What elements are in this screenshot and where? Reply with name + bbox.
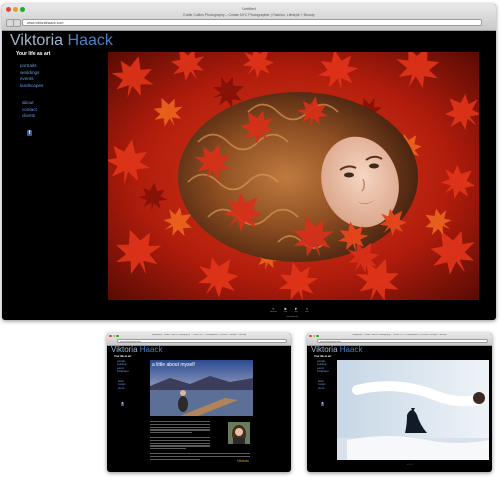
window-title: Biography – Eddie Collins Photography – … — [151, 334, 247, 336]
site-logo[interactable]: Viktoria Haack — [311, 345, 362, 354]
secondary-nav: about contact clients — [118, 381, 125, 391]
previous-button[interactable]: « previous — [270, 306, 277, 313]
window-subtitle: Eddie Collins Photography – Create NYC P… — [183, 13, 315, 17]
main-nav: portraits weddings events landscapes — [20, 63, 43, 89]
secondary-nav: about contact clients — [22, 100, 37, 120]
lake-portrait-image — [150, 360, 253, 416]
about-banner-photo — [150, 360, 253, 416]
logo-last-name: Haack — [339, 345, 363, 354]
next-button[interactable]: » next — [305, 306, 308, 313]
bio-paragraph-3 — [150, 453, 250, 461]
play-button[interactable]: ► play — [294, 306, 298, 313]
facebook-icon[interactable]: f — [27, 130, 32, 136]
gallery-pagination[interactable]: ▪ ▪ ▪ ▪ — [407, 463, 413, 466]
bio-paragraph-1 — [150, 421, 210, 435]
previous-label: previous — [270, 311, 277, 313]
address-bar-url: www.viktoriahaack.com — [27, 21, 64, 25]
logo-last-name: Haack — [139, 345, 163, 354]
gallery-photo — [337, 360, 489, 460]
address-bar[interactable]: www.viktoriahaack.com — [317, 339, 488, 343]
nav-item-clients[interactable]: clients — [318, 388, 325, 391]
site-tagline: Your life as art — [314, 355, 332, 358]
next-label: next — [305, 311, 309, 313]
hero-photo — [108, 52, 479, 300]
facebook-icon[interactable]: f — [121, 401, 124, 406]
address-bar[interactable]: www.viktoriahaack.com — [22, 19, 482, 26]
about-heading: a little about myself — [152, 362, 195, 368]
logo-first-name: Viktoria — [311, 345, 338, 354]
main-nav: portraits weddings events landscapes — [117, 361, 129, 374]
portrait-thumbnail — [228, 422, 250, 444]
site-logo[interactable]: Viktoria Haack — [10, 32, 113, 50]
site-tagline: Your life as art — [114, 355, 132, 358]
pagination-icon: ▪ ▪ ▪ ▪ — [407, 463, 413, 466]
signature-logo: Viktoria — [237, 459, 249, 463]
thumbnails-label: thumbnails — [287, 316, 298, 318]
nav-item-landscapes[interactable]: landscapes — [117, 371, 129, 374]
nav-item-clients[interactable]: clients — [118, 388, 125, 391]
logo-first-name: Viktoria — [10, 32, 64, 49]
address-bar-url: www.viktoriahaack.com — [120, 341, 141, 343]
thumbnails-link[interactable]: ▪ thumbnails — [286, 316, 298, 318]
site-logo[interactable]: Viktoria Haack — [111, 345, 162, 354]
main-nav: portraits weddings events landscapes — [317, 361, 329, 374]
logo-last-name: Haack — [67, 32, 113, 49]
nav-item-clients[interactable]: clients — [22, 113, 37, 120]
nav-item-landscapes[interactable]: landscapes — [20, 83, 43, 90]
about-browser-window: Biography – Eddie Collins Photography – … — [107, 333, 291, 472]
portrait-photo-image — [228, 422, 250, 444]
site-tagline: Your life as art — [16, 51, 51, 57]
slideshow-controls: « previous ■ stop ► play » next — [270, 306, 309, 313]
forward-button[interactable] — [13, 19, 21, 27]
main-browser-window: Untitled Eddie Collins Photography – Cre… — [2, 4, 496, 320]
facebook-icon[interactable]: f — [321, 401, 324, 406]
address-bar[interactable]: www.viktoriahaack.com — [117, 339, 287, 343]
logo-first-name: Viktoria — [111, 345, 138, 354]
bio-paragraph-2 — [150, 437, 210, 451]
gallery-browser-window: Biography – Eddie Collins Photography – … — [307, 333, 492, 472]
autumn-leaves-portrait-image — [108, 52, 479, 300]
nav-item-landscapes[interactable]: landscapes — [317, 371, 329, 374]
secondary-nav: about contact clients — [318, 381, 325, 391]
floating-woman-bed-image — [337, 360, 489, 460]
window-title: Untitled — [242, 6, 256, 11]
stop-label: stop — [283, 311, 288, 313]
browser-toolbar: Untitled Eddie Collins Photography – Cre… — [2, 4, 496, 31]
stop-button[interactable]: ■ stop — [284, 306, 287, 313]
address-bar-url: www.viktoriahaack.com — [320, 341, 341, 343]
play-label: play — [294, 311, 298, 313]
window-title: Biography – Eddie Collins Photography – … — [352, 334, 447, 336]
